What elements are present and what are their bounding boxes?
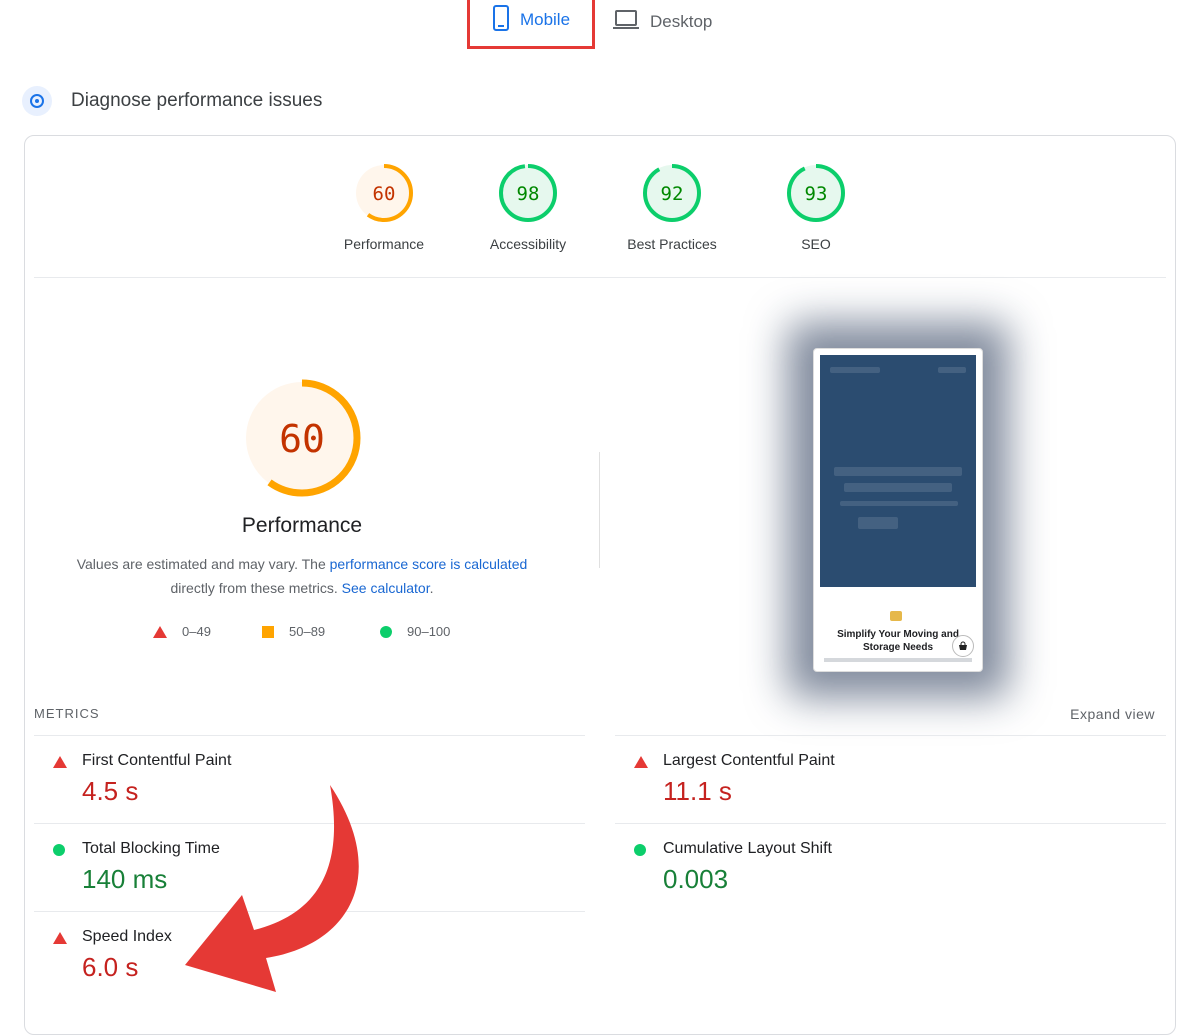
screenshot-hero: [820, 355, 976, 587]
metric-value: 6.0 s: [82, 952, 139, 982]
red-triangle-icon: [53, 932, 67, 944]
phone-icon: [492, 4, 510, 36]
legend-average-label: 50–89: [289, 624, 326, 639]
red-arrow-annotation: [185, 785, 359, 992]
description-text-1: Values are estimated and may vary. The: [76, 556, 330, 572]
gauge-performance[interactable]: 60 Performance: [324, 162, 444, 252]
green-circle-icon: [53, 844, 65, 856]
red-triangle-icon: [153, 625, 167, 638]
see-calculator-link[interactable]: See calculator: [342, 580, 430, 596]
metric-value: 140 ms: [82, 864, 168, 894]
tab-mobile[interactable]: Mobile: [467, 0, 595, 49]
tab-mobile-label: Mobile: [519, 10, 571, 29]
section-title: Diagnose performance issues: [71, 90, 323, 111]
gauge-best-practices-label: Best Practices: [627, 236, 717, 252]
tab-desktop-label: Desktop: [650, 12, 713, 31]
page-screenshot: Simplify Your Moving and Storage Needs: [813, 348, 983, 672]
gauge-performance-label: Performance: [343, 236, 425, 252]
gauge-seo-value: 93: [805, 183, 828, 205]
performance-description: Values are estimated and may vary. The p…: [52, 552, 552, 600]
gauge-seo-label: SEO: [801, 236, 831, 252]
laptop-icon: [612, 9, 640, 36]
metric-title: Largest Contentful Paint: [663, 752, 835, 769]
divider: [34, 277, 1166, 278]
score-calculated-link[interactable]: performance score is calculated: [330, 556, 528, 572]
red-triangle-icon: [53, 756, 67, 768]
performance-score-value: 60: [279, 417, 325, 461]
red-triangle-icon: [634, 756, 648, 768]
tab-desktop[interactable]: Desktop: [612, 0, 712, 44]
metric-value: 4.5 s: [82, 776, 139, 806]
metric-title: First Contentful Paint: [82, 752, 232, 769]
metric-value: 0.003: [663, 864, 729, 894]
gauge-accessibility-value: 98: [517, 183, 540, 205]
legend-average: 50–89: [261, 624, 325, 639]
screenshot-subtext: [824, 658, 972, 662]
expand-view-button[interactable]: Expand view: [1070, 706, 1155, 722]
gauge-best-practices-value: 92: [661, 183, 684, 205]
legend-fail-label: 0–49: [182, 624, 211, 639]
metric-title: Cumulative Layout Shift: [663, 840, 832, 857]
green-circle-icon: [380, 625, 392, 638]
diagnose-icon: [22, 86, 52, 116]
gauge-performance-value: 60: [373, 183, 396, 205]
performance-label: Performance: [241, 514, 363, 537]
metrics-heading: METRICS: [34, 706, 100, 721]
gauge-seo[interactable]: 93 SEO: [756, 162, 876, 252]
vertical-divider: [599, 452, 600, 568]
gauge-accessibility[interactable]: 98 Accessibility: [468, 162, 588, 252]
cart-icon: [952, 635, 974, 657]
gauge-accessibility-label: Accessibility: [489, 236, 567, 252]
metric-title: Speed Index: [82, 928, 172, 945]
legend-fail: 0–49: [152, 624, 211, 639]
legend-pass: 90–100: [379, 624, 450, 639]
green-circle-icon: [634, 844, 646, 856]
box-icon: [890, 611, 902, 621]
metric-value: 11.1 s: [663, 776, 732, 806]
orange-square-icon: [262, 625, 274, 638]
description-text-2: directly from these metrics.: [170, 580, 342, 596]
gauge-best-practices[interactable]: 92 Best Practices: [612, 162, 732, 252]
performance-gauge-large: 60: [243, 379, 361, 497]
description-end: .: [429, 580, 434, 596]
legend-pass-label: 90–100: [407, 624, 451, 639]
